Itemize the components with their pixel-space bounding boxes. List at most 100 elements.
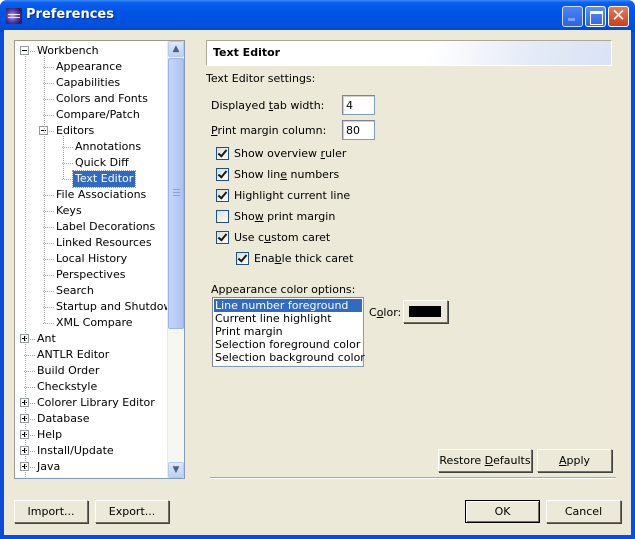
label-text: Show overview bbox=[234, 147, 321, 160]
checkbox-checked[interactable] bbox=[216, 147, 229, 160]
export-button[interactable]: Export... bbox=[95, 500, 169, 523]
maximize-button[interactable] bbox=[585, 6, 606, 27]
tree-item[interactable]: Label Decorations bbox=[15, 219, 167, 235]
tree-item[interactable]: Quick Diff bbox=[15, 155, 167, 171]
page-header: Text Editor bbox=[206, 40, 612, 66]
tree-item-label: Java bbox=[37, 460, 61, 473]
tree-item[interactable]: Editors bbox=[15, 123, 167, 139]
minimize-button[interactable] bbox=[562, 6, 583, 27]
tree-item-label: Colorer Library Editor bbox=[37, 396, 155, 409]
collapse-icon[interactable] bbox=[20, 46, 29, 55]
tree-item[interactable]: Local History bbox=[15, 251, 167, 267]
tree-item-label: Quick Diff bbox=[75, 156, 129, 169]
tree-item[interactable]: Workbench bbox=[15, 43, 167, 59]
chevron-up-icon: ▲ bbox=[172, 44, 180, 54]
tree-item[interactable]: Compare/Patch bbox=[15, 107, 167, 123]
tree-item[interactable]: Build Order bbox=[15, 363, 167, 379]
tree-item[interactable]: Text Editor bbox=[15, 170, 167, 188]
chevron-down-icon: ▼ bbox=[172, 465, 180, 475]
label-text: Highlight current line bbox=[234, 189, 351, 202]
checkbox-checked[interactable] bbox=[216, 189, 229, 202]
tab-width-label: Displayed tab width: bbox=[211, 99, 324, 112]
tree-item-label: Startup and Shutdown bbox=[56, 300, 180, 313]
tree-item[interactable]: Java bbox=[15, 459, 167, 475]
tree-item[interactable]: Perspectives bbox=[15, 267, 167, 283]
title-bar[interactable]: Preferences ✕ bbox=[0, 0, 635, 32]
mnemonic: A bbox=[558, 454, 567, 467]
label-text: Ena bbox=[254, 252, 275, 265]
tree-connector bbox=[44, 56, 45, 323]
color-options-list[interactable]: Line number foreground Current line highl… bbox=[212, 297, 365, 367]
label-text: Displayed bbox=[211, 99, 269, 112]
tree-item[interactable]: Linked Resources bbox=[15, 235, 167, 251]
checkbox-label: Show line numbers bbox=[234, 168, 339, 181]
tree-item[interactable]: Startup and Shutdown bbox=[15, 299, 179, 315]
label-text: C bbox=[369, 306, 377, 319]
apply-button[interactable]: Apply bbox=[537, 449, 612, 472]
tree-item[interactable]: Appearance bbox=[15, 59, 167, 75]
color-option-item[interactable]: Selection foreground color bbox=[214, 338, 362, 351]
tree-item-label: Database bbox=[37, 412, 90, 425]
label-text: le thick caret bbox=[281, 252, 354, 265]
tree-item[interactable]: Ant bbox=[15, 331, 167, 347]
restore-defaults-button[interactable]: Restore Defaults bbox=[438, 449, 532, 472]
label-text: numbers bbox=[287, 168, 340, 181]
mnemonic: w bbox=[254, 210, 264, 223]
tree-item-label: Linked Resources bbox=[56, 236, 152, 249]
label-text: Show lin bbox=[234, 168, 281, 181]
tree-item[interactable]: File Associations bbox=[15, 187, 167, 203]
tree-connector bbox=[63, 136, 64, 179]
tree-item[interactable]: Install/Update bbox=[15, 443, 167, 459]
tree-item[interactable]: Search bbox=[15, 283, 167, 299]
checkbox-unchecked[interactable] bbox=[216, 210, 229, 223]
ok-button[interactable]: OK bbox=[465, 500, 540, 523]
dialog-client-area: Workbench Appearance Capabilities Colors an… bbox=[4, 30, 631, 535]
tree-item[interactable]: Keys bbox=[15, 203, 167, 219]
tree-item-label: Ant bbox=[37, 332, 56, 345]
tree-connector bbox=[62, 179, 73, 180]
scroll-down-button[interactable]: ▼ bbox=[168, 462, 184, 478]
color-picker-button[interactable] bbox=[403, 300, 448, 323]
color-option-item[interactable]: Print margin bbox=[214, 325, 362, 338]
color-swatch bbox=[409, 306, 441, 317]
scroll-up-button[interactable]: ▲ bbox=[168, 41, 184, 57]
color-option-item[interactable]: Current line highlight bbox=[214, 312, 362, 325]
tree-item-label: Install/Update bbox=[37, 444, 114, 457]
tab-width-input[interactable] bbox=[342, 95, 375, 115]
tree-item[interactable]: Annotations bbox=[15, 139, 167, 155]
checkbox-checked[interactable] bbox=[236, 252, 249, 265]
label-text: rint margin column: bbox=[217, 124, 327, 137]
label-text: ab width: bbox=[273, 99, 325, 112]
close-button[interactable]: ✕ bbox=[608, 6, 629, 27]
tree-item[interactable]: XML Compare bbox=[15, 315, 167, 331]
tree-item-label: ANTLR Editor bbox=[37, 348, 110, 361]
label-text: Sho bbox=[234, 210, 255, 223]
scroll-thumb[interactable] bbox=[168, 58, 184, 329]
import-button[interactable]: Import... bbox=[14, 500, 88, 523]
tree-item-label: Colors and Fonts bbox=[56, 92, 148, 105]
tree-item[interactable]: Checkstyle bbox=[15, 379, 167, 395]
tree-item[interactable]: ANTLR Editor bbox=[15, 347, 167, 363]
label-text: pply bbox=[566, 454, 591, 467]
appearance-color-options-label: Appearance color options: bbox=[211, 283, 356, 296]
label-text: stom caret bbox=[271, 231, 331, 244]
tree-item[interactable]: Capabilities bbox=[15, 75, 167, 91]
checkbox-checked[interactable] bbox=[216, 231, 229, 244]
tree-item-label: Label Decorations bbox=[56, 220, 156, 233]
tree-item-label: File Associations bbox=[56, 188, 147, 201]
checkbox-checked[interactable] bbox=[216, 168, 229, 181]
cancel-button[interactable]: Cancel bbox=[546, 500, 621, 523]
print-margin-column-input[interactable] bbox=[342, 120, 375, 140]
tree-vertical-scrollbar[interactable]: ▲ ▼ bbox=[167, 41, 184, 478]
color-option-item[interactable]: Selection background color bbox=[214, 351, 365, 364]
preference-tree[interactable]: Workbench Appearance Capabilities Colors an… bbox=[14, 40, 185, 479]
tree-item[interactable]: Database bbox=[15, 411, 167, 427]
color-option-item[interactable]: Line number foreground bbox=[214, 299, 362, 312]
tree-item[interactable]: Colorer Library Editor bbox=[15, 395, 167, 411]
tree-item-label: Build Order bbox=[37, 364, 100, 377]
tree-item[interactable]: Help bbox=[15, 427, 167, 443]
tree-item-label: Keys bbox=[56, 204, 82, 217]
checkbox-label: Show print margin bbox=[234, 210, 335, 223]
label-text: lor: bbox=[383, 306, 402, 319]
tree-item[interactable]: Colors and Fonts bbox=[15, 91, 167, 107]
